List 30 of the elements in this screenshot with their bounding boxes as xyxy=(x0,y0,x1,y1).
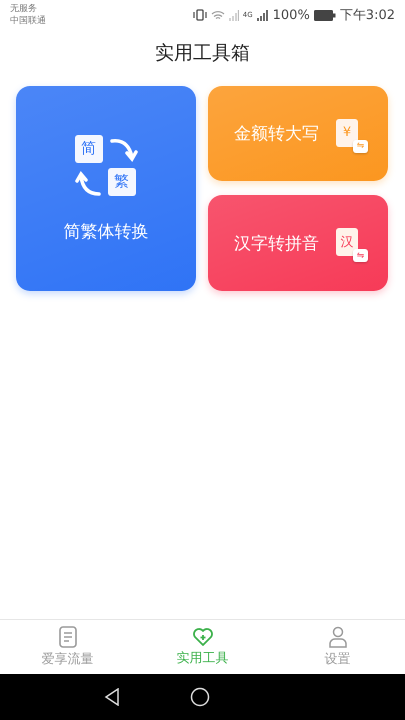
tool-label: 金额转大写 xyxy=(234,123,319,145)
signal-icon xyxy=(256,9,269,21)
swap-badge: ⇋ xyxy=(353,249,368,262)
carrier-text: 中国联通 xyxy=(10,15,46,27)
glyph-tile: ¥ xyxy=(336,118,358,146)
carrier-text: 无服务 xyxy=(10,3,38,15)
vibrate-icon xyxy=(192,9,207,21)
swap-badge: ⇋ xyxy=(353,140,368,152)
glyph-tile: 繁 xyxy=(108,168,136,196)
tool-card[interactable]: 汉字转拼音 汉 ⇋ xyxy=(208,195,388,291)
heart-plus-icon xyxy=(192,627,214,647)
clock-text: 下午3:02 xyxy=(340,7,395,24)
document-icon xyxy=(58,626,76,648)
tab-item[interactable]: 爱享流量 xyxy=(0,620,135,674)
tool-label: 汉字转拼音 xyxy=(234,232,319,254)
person-icon xyxy=(328,626,348,648)
signal-icon xyxy=(228,9,239,21)
tool-label: 简繁体转换 xyxy=(64,220,148,242)
back-icon[interactable] xyxy=(104,688,120,706)
page-title: 实用工具箱 xyxy=(154,41,251,66)
tool-card[interactable]: 金额转大写 ¥ ⇋ xyxy=(208,86,388,181)
glyph-tile: 简 xyxy=(74,134,102,162)
home-icon[interactable] xyxy=(190,687,210,707)
battery-percent: 100% xyxy=(272,8,310,22)
glyph-tile: 汉 xyxy=(336,228,358,256)
tool-card[interactable]: 简 繁 简繁体转换 xyxy=(16,86,196,291)
tab-item[interactable]: 实用工具 xyxy=(135,620,270,674)
battery-icon xyxy=(314,10,336,20)
wifi-icon xyxy=(210,10,225,20)
tab-item[interactable]: 设置 xyxy=(270,620,405,674)
